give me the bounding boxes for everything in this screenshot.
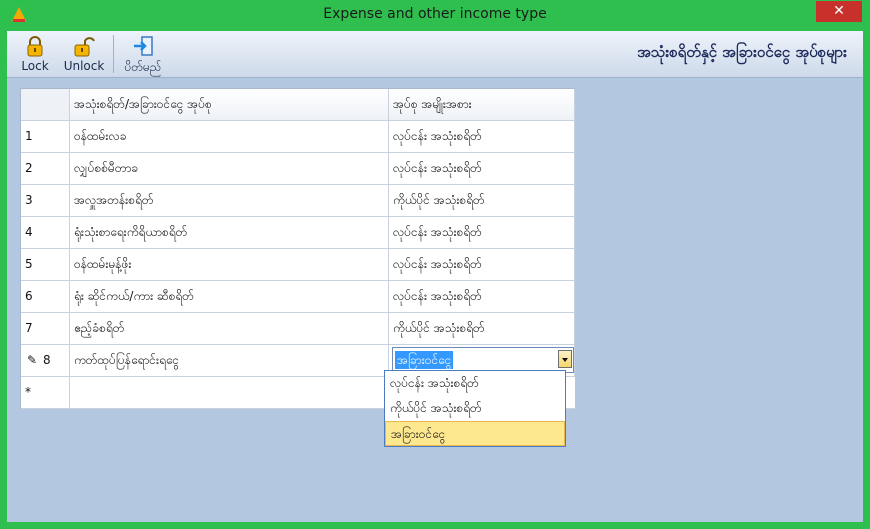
row-header-editing[interactable]: ✎ 8 [21,345,70,376]
lock-label: Lock [21,59,49,73]
group-type-cell[interactable]: လုပ်ငန်း အသုံးစရိတ် [389,121,575,152]
window-title: Expense and other income type [323,6,547,22]
row-number[interactable]: 4 [21,217,70,248]
row-number[interactable]: 3 [21,185,70,216]
unlock-label: Unlock [63,59,105,73]
row-number[interactable]: 5 [21,249,70,280]
table-row[interactable]: 6 ရုံး ဆိုင်ကယ်/ကား ဆီစရိတ် လုပ်ငန်း အသု… [21,281,575,313]
row-header-corner [21,89,70,120]
table-row[interactable]: 1 ဝန်ထမ်းလခ လုပ်ငန်း အသုံးစရိတ် [21,121,575,153]
table-row[interactable]: 3 အလှူအတန်းစရိတ် ကိုယ်ပိုင် အသုံးစရိတ် [21,185,575,217]
group-name-cell[interactable]: အလှူအတန်းစရိတ် [70,185,389,216]
combobox-dropdown-list[interactable]: လုပ်ငန်း အသုံးစရိတ် ကိုယ်ပိုင် အသုံးစရိတ… [384,370,566,447]
grid-header-row: အသုံးစရိတ်/အခြားဝင်ငွေ အုပ်စု အုပ်စု အမျ… [21,89,575,121]
client-area: Lock Unlock ပိတ်မည် အသုံးစရိတ်နှင့် အခြာ… [7,31,863,522]
table-row[interactable]: 5 ဝန်ထမ်းမုန့်ဖိုး လုပ်ငန်း အသုံးစရိတ် [21,249,575,281]
lock-icon [27,36,43,57]
new-group-name-cell[interactable] [70,377,389,408]
exit-icon [134,36,153,56]
lock-button[interactable]: Lock [15,33,55,75]
row-number[interactable]: 2 [21,153,70,184]
group-name-cell[interactable]: ရုံး ဆိုင်ကယ်/ကား ဆီစရိတ် [70,281,389,312]
group-type-cell[interactable]: ကိုယ်ပိုင် အသုံးစရိတ် [389,185,575,216]
combobox-selected-value[interactable]: အခြားဝင်ငွေ [395,351,454,369]
table-row[interactable]: 4 ရုံးသုံးစာရေးကိရိယာစရိတ် လုပ်ငန်း အသုံ… [21,217,575,249]
group-name-cell[interactable]: ဧည့်ခံစရိတ် [70,313,389,344]
row-number: 8 [43,353,51,367]
new-row-marker[interactable]: * [21,377,70,408]
page-title: အသုံးစရိတ်နှင့် အခြားဝင်ငွေ အုပ်စုများ [637,43,847,61]
unlock-icon [74,37,95,57]
group-name-cell[interactable]: ကတ်ထုပ်ပြန်ရောင်းရငွေ [70,345,389,376]
data-grid: အသုံးစရိတ်/အခြားဝင်ငွေ အုပ်စု အုပ်စု အမျ… [20,88,575,409]
table-row[interactable]: 7 ဧည့်ခံစရိတ် ကိုယ်ပိုင် အသုံးစရိတ် [21,313,575,345]
group-type-cell[interactable]: ကိုယ်ပိုင် အသုံးစရိတ် [389,313,575,344]
app-window: Expense and other income type ✕ Lock Unl… [0,0,870,529]
toolbar: Lock Unlock ပိတ်မည် အသုံးစရိတ်နှင့် အခြာ… [7,31,863,78]
dropdown-option-selected[interactable]: အခြားဝင်ငွေ [385,421,565,446]
row-number[interactable]: 6 [21,281,70,312]
close-window-button[interactable]: ✕ [816,1,862,22]
title-bar: Expense and other income type ✕ [0,0,870,31]
row-number[interactable]: 1 [21,121,70,152]
edit-pencil-icon: ✎ [27,353,38,367]
toolbar-separator [113,35,114,73]
chevron-down-icon[interactable] [558,350,572,368]
close-form-label: ပိတ်မည် [124,60,162,74]
close-form-button[interactable]: ပိတ်မည် [119,33,167,75]
group-type-cell[interactable]: လုပ်ငန်း အသုံးစရိတ် [389,281,575,312]
unlock-button[interactable]: Unlock [61,33,107,75]
group-name-cell[interactable]: လျှပ်စစ်မီတာခ [70,153,389,184]
group-type-cell[interactable]: လုပ်ငန်း အသုံးစရိတ် [389,153,575,184]
row-number[interactable]: 7 [21,313,70,344]
group-name-cell[interactable]: ရုံးသုံးစာရေးကိရိယာစရိတ် [70,217,389,248]
column-header-type[interactable]: အုပ်စု အမျိုးအစား [389,89,575,120]
group-type-cell[interactable]: လုပ်ငန်း အသုံးစရိတ် [389,217,575,248]
column-header-group[interactable]: အသုံးစရိတ်/အခြားဝင်ငွေ အုပ်စု [70,89,389,120]
group-name-cell[interactable]: ဝန်ထမ်းလခ [70,121,389,152]
group-name-cell[interactable]: ဝန်ထမ်းမုန့်ဖိုး [70,249,389,280]
dropdown-option[interactable]: လုပ်ငန်း အသုံးစရိတ် [385,371,565,396]
dropdown-option[interactable]: ကိုယ်ပိုင် အသုံးစရိတ် [385,396,565,421]
group-type-cell[interactable]: လုပ်ငန်း အသုံးစရိတ် [389,249,575,280]
table-row[interactable]: 2 လျှပ်စစ်မီတာခ လုပ်ငန်း အသုံးစရိတ် [21,153,575,185]
